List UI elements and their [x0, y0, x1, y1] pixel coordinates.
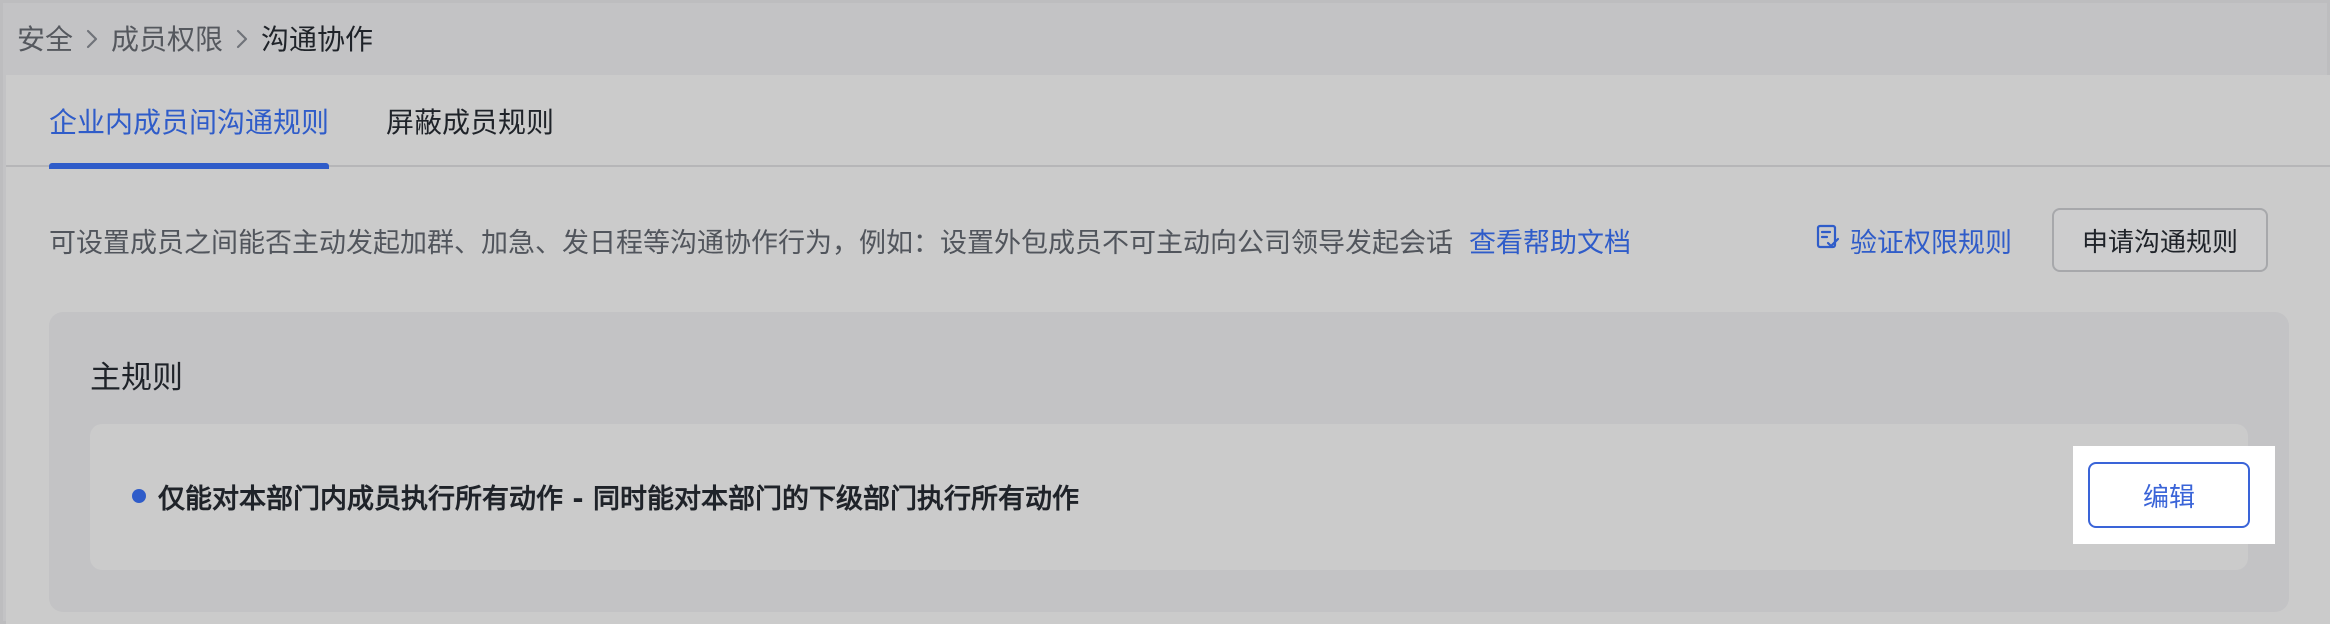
main-rule-card: 主规则 仅能对本部门内成员执行所有动作 - 同时能对本部门的下级部门执行所有动作… — [49, 312, 2289, 612]
active-tab-indicator — [49, 163, 330, 169]
chevron-right-icon — [223, 24, 261, 52]
tab-bar: 企业内成员间沟通规则 屏蔽成员规则 — [6, 75, 2330, 169]
breadcrumb-item-security[interactable]: 安全 — [17, 18, 73, 58]
breadcrumb-item-member-permissions[interactable]: 成员权限 — [111, 18, 223, 58]
tab-label: 企业内成员间沟通规则 — [49, 106, 330, 139]
edit-rule-button[interactable]: 编辑 — [2088, 462, 2250, 528]
main-rule-title: 主规则 — [90, 360, 183, 396]
breadcrumb-item-communication: 沟通协作 — [261, 23, 374, 56]
chevron-right-icon — [73, 24, 111, 52]
description-text: 可设置成员之间能否主动发起加群、加急、发日程等沟通协作行为，例如：设置外包成员不… — [49, 227, 1453, 259]
tab-block-member-rules[interactable]: 屏蔽成员规则 — [386, 75, 554, 167]
breadcrumb: 安全 成员权限 沟通协作 — [17, 3, 373, 73]
bullet-dot-icon — [132, 489, 146, 503]
description: 可设置成员之间能否主动发起加群、加急、发日程等沟通协作行为，例如：设置外包成员不… — [49, 220, 1631, 260]
verify-label: 验证权限规则 — [1850, 227, 2012, 259]
app-frame: 安全 成员权限 沟通协作 企业内成员间沟通规则 屏蔽成员规则 可设置成员之间能否… — [0, 0, 2330, 624]
rule-text: 仅能对本部门内成员执行所有动作 - 同时能对本部门的下级部门执行所有动作 — [158, 483, 1080, 515]
main-panel: 企业内成员间沟通规则 屏蔽成员规则 可设置成员之间能否主动发起加群、加急、发日程… — [6, 75, 2330, 624]
rule-description: 仅能对本部门内成员执行所有动作 - 同时能对本部门的下级部门执行所有动作 — [132, 474, 1079, 518]
help-doc-link[interactable]: 查看帮助文档 — [1469, 221, 1631, 260]
tab-internal-communication-rules[interactable]: 企业内成员间沟通规则 — [49, 75, 330, 169]
document-check-icon — [1816, 224, 1840, 257]
apply-communication-rule-button[interactable]: 申请沟通规则 — [2052, 208, 2268, 272]
tab-label: 屏蔽成员规则 — [386, 106, 555, 139]
verify-permission-rules-link[interactable]: 验证权限规则 — [1816, 220, 2012, 260]
rule-row: 仅能对本部门内成员执行所有动作 - 同时能对本部门的下级部门执行所有动作 编辑 — [90, 424, 2275, 570]
